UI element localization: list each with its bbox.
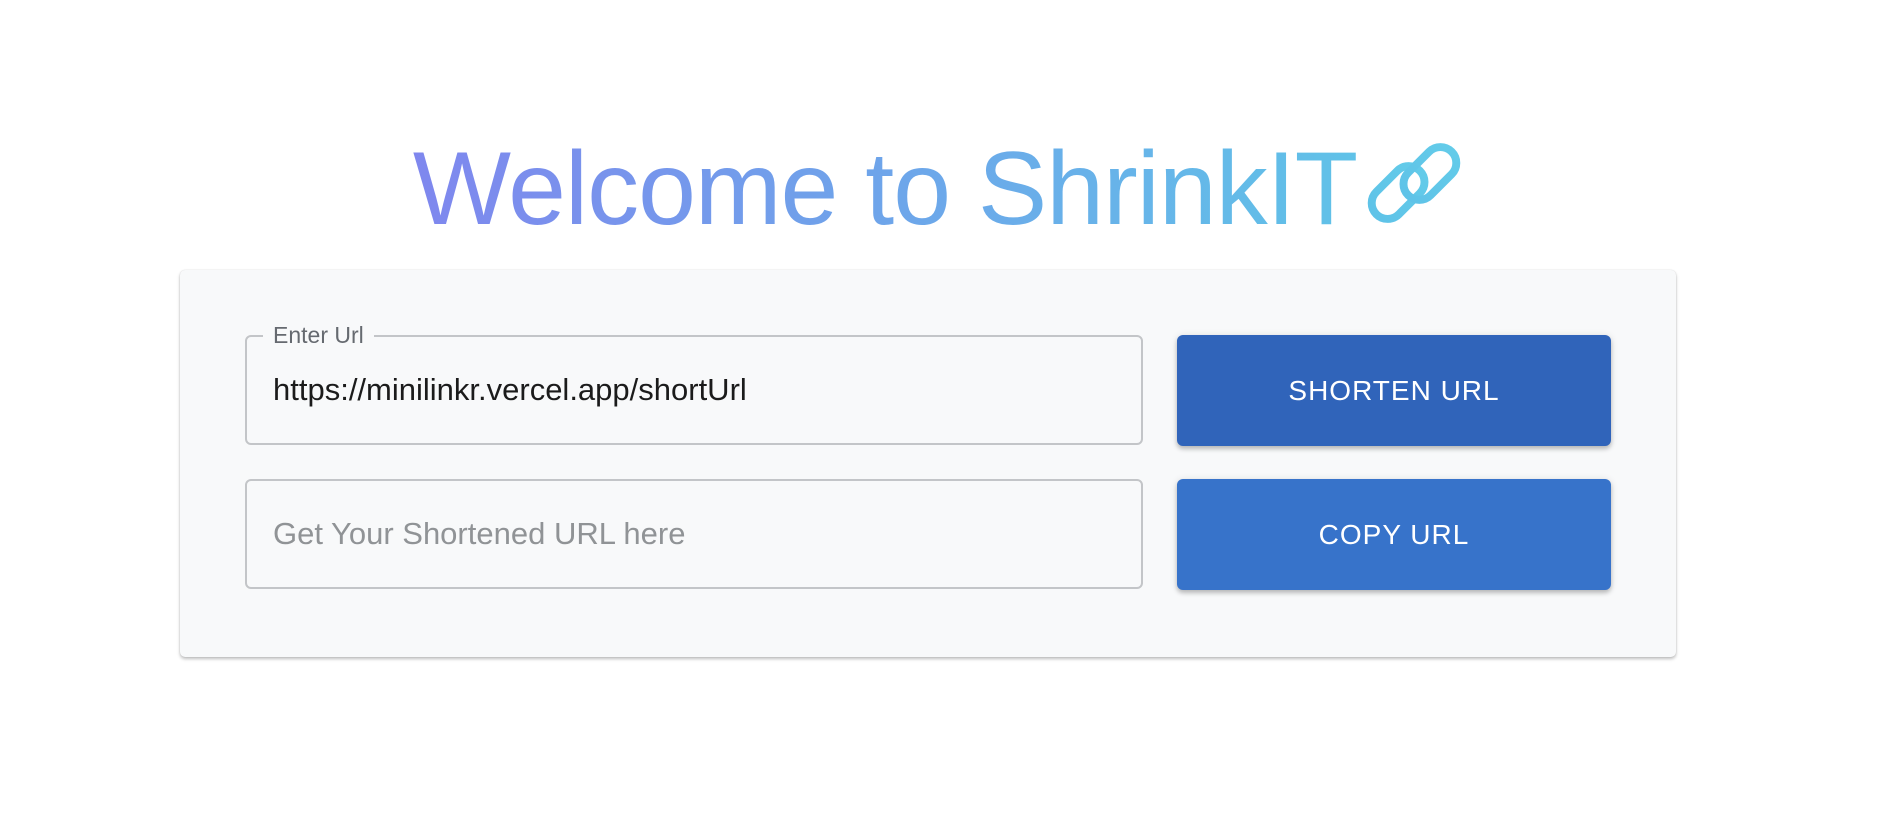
shortened-url-field — [245, 479, 1143, 589]
page: Welcome to ShrinkIT Enter Url SHORTEN UR… — [0, 0, 1880, 838]
shortener-card: Enter Url SHORTEN URL COPY URL — [180, 270, 1676, 657]
shortened-url-input[interactable] — [273, 481, 1121, 587]
page-header: Welcome to ShrinkIT — [0, 136, 1880, 242]
link-icon — [1367, 143, 1461, 223]
url-field: Enter Url — [245, 321, 1143, 445]
shorten-url-button[interactable]: SHORTEN URL — [1177, 335, 1611, 446]
page-title: Welcome to ShrinkIT — [412, 131, 1358, 247]
copy-url-button[interactable]: COPY URL — [1177, 479, 1611, 590]
url-input[interactable] — [273, 337, 1121, 443]
